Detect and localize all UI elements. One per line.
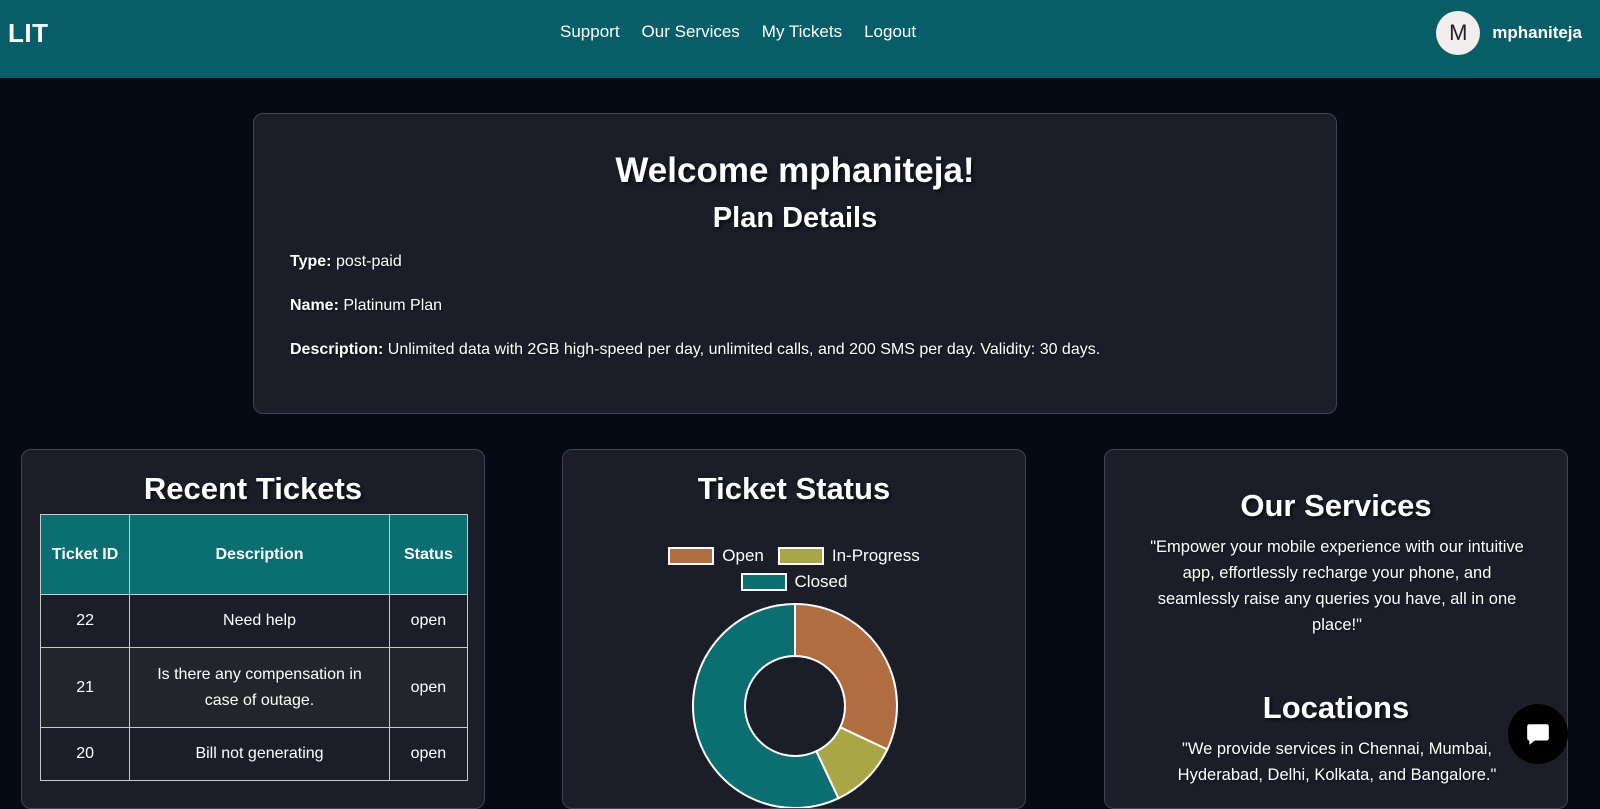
ticket-status-cell: open <box>388 594 469 648</box>
plan-type-row: Type: post-paid <box>290 253 402 271</box>
doughnut-slice-open[interactable] <box>794 602 898 751</box>
username: mphaniteja <box>1492 23 1582 42</box>
nav-link-logout[interactable]: Logout <box>864 22 916 42</box>
table-row[interactable]: 21 Is there any compensation in case of … <box>39 647 469 728</box>
column-header-description: Description <box>129 514 390 595</box>
ticket-status-cell: open <box>388 727 469 781</box>
plan-name-row: Name: Platinum Plan <box>290 297 442 315</box>
plan-description-label: Description: <box>290 341 384 358</box>
recent-tickets-card: Recent Tickets Ticket ID Description Sta… <box>21 449 485 809</box>
plan-details-heading: Plan Details <box>712 202 878 234</box>
locations-title: Locations <box>1262 690 1410 725</box>
table-row[interactable]: 20 Bill not generating open <box>39 727 469 781</box>
ticket-id-cell: 21 <box>39 647 131 728</box>
welcome-card: Welcome mphaniteja! Plan Details Type: p… <box>253 113 1337 414</box>
ticket-id-cell: 20 <box>39 727 131 781</box>
plan-name-label: Name: <box>290 297 339 314</box>
plan-name-value: Platinum Plan <box>343 297 443 314</box>
tickets-table: Ticket ID Description Status 22 Need hel… <box>39 514 469 781</box>
ticket-description-cell: Need help <box>129 594 390 648</box>
table-row[interactable]: 22 Need help open <box>39 594 469 648</box>
ticket-status-cell: open <box>388 647 469 728</box>
services-description: "Empower your mobile experience with our… <box>1150 538 1524 634</box>
user-menu[interactable]: M mphaniteja <box>1436 11 1582 55</box>
chat-button[interactable] <box>1508 704 1568 764</box>
nav-link-our-services[interactable]: Our Services <box>642 22 740 42</box>
plan-description-value: Unlimited data with 2GB high-speed per d… <box>387 341 1101 358</box>
services-title: Our Services <box>1240 488 1432 523</box>
brand-logo[interactable]: LIT <box>8 18 49 49</box>
ticket-id-cell: 22 <box>39 594 131 648</box>
navbar: LIT Support Our Services My Tickets Logo… <box>0 0 1600 78</box>
column-header-ticket-id: Ticket ID <box>39 514 131 595</box>
nav-link-support[interactable]: Support <box>560 22 620 42</box>
column-header-status: Status <box>388 514 469 595</box>
recent-tickets-title: Recent Tickets <box>143 471 363 506</box>
chat-bubble-icon <box>1527 724 1549 745</box>
plan-description-row: Description: Unlimited data with 2GB hig… <box>290 341 1100 359</box>
services-card: Our Services "Empower your mobile experi… <box>1104 449 1568 809</box>
plan-type-value: post-paid <box>335 253 402 270</box>
ticket-status-card: Ticket Status Open In-Progress Closed <box>562 449 1026 809</box>
plan-type-label: Type: <box>290 253 332 270</box>
doughnut-chart <box>692 602 898 808</box>
nav-links: Support Our Services My Tickets Logout <box>560 22 916 42</box>
locations-description: "We provide services in Chennai, Mumbai,… <box>1177 740 1497 784</box>
avatar[interactable]: M <box>1436 11 1481 55</box>
ticket-description-cell: Bill not generating <box>129 727 390 781</box>
ticket-description-cell: Is there any compensation in case of out… <box>129 647 390 728</box>
welcome-title: Welcome mphaniteja! <box>615 151 975 190</box>
nav-link-my-tickets[interactable]: My Tickets <box>762 22 842 42</box>
